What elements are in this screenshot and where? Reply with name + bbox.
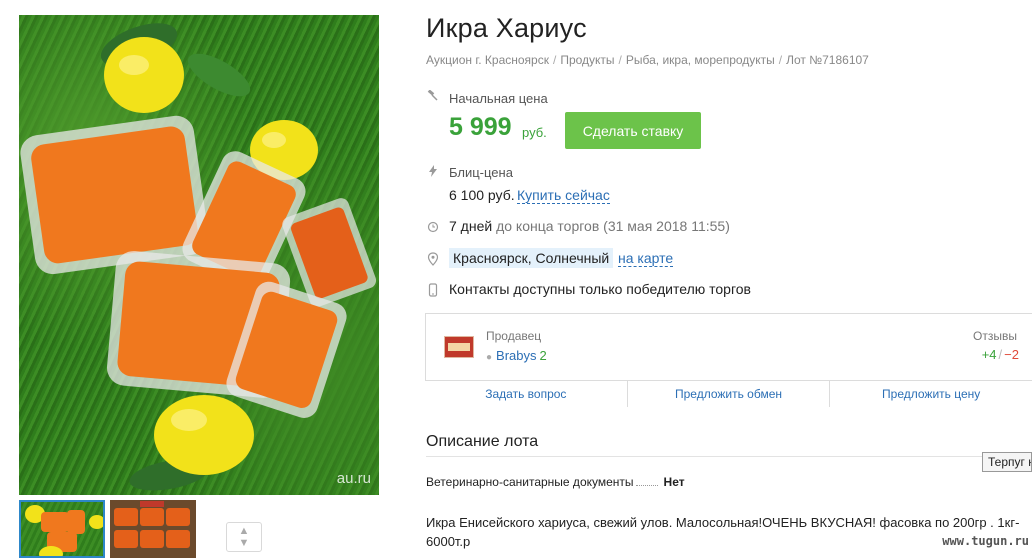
contacts-info: Контакты доступны только победителю торг…	[449, 281, 751, 297]
description-text: Икра Енисейского хариуса, свежий улов. М…	[426, 515, 1020, 549]
blitz-price-label: Блиц-цена	[449, 165, 513, 180]
breadcrumb-products[interactable]: Продукты	[560, 53, 614, 67]
tooltip: Терпуг н	[982, 452, 1032, 472]
seller-label: Продавец	[486, 329, 542, 343]
vet-documents-label: Ветеринарно-санитарные документы	[426, 475, 634, 489]
thumbnails-scroll-button[interactable]: ▲ ▼	[226, 522, 262, 552]
dotted-leader	[635, 485, 658, 486]
seller-status-dot: ●	[486, 352, 493, 363]
breadcrumb-separator: /	[552, 53, 557, 67]
end-date: (31 мая 2018 11:55)	[603, 218, 730, 234]
breadcrumb-separator: /	[778, 53, 783, 67]
start-price-value: 5 999	[449, 113, 512, 141]
lot-title: Икра Хариус	[426, 13, 587, 43]
breadcrumb-fish[interactable]: Рыба, икра, морепродукты	[626, 53, 775, 67]
start-price-label: Начальная цена	[449, 91, 548, 106]
thumbnail-1[interactable]	[19, 500, 105, 558]
seller-logo[interactable]	[444, 336, 474, 358]
days-left: 7 дней	[449, 218, 493, 234]
ask-question-button[interactable]: Задать вопрос	[425, 381, 628, 407]
blitz-price-value: 6 100 руб.	[449, 187, 515, 203]
reviews-positive: +4	[981, 347, 997, 362]
breadcrumb-auction[interactable]: Аукцион г. Красноярск	[426, 53, 549, 67]
start-price-currency: руб.	[522, 125, 547, 140]
seller-rating-count: 2	[539, 348, 547, 363]
seller-name-link[interactable]: Brabys	[496, 348, 536, 363]
show-on-map-link[interactable]: на карте	[618, 250, 674, 267]
offer-exchange-button[interactable]: Предложить обмен	[627, 381, 831, 407]
caviar-photo-illustration	[20, 23, 377, 491]
photo-watermark: au.ru	[336, 470, 371, 487]
vet-documents-row: Ветеринарно-санитарные документы Нет	[426, 475, 685, 489]
main-photo[interactable]: au.ru	[19, 15, 379, 495]
location-city: Красноярск, Солнечный	[449, 248, 614, 268]
site-watermark: www.tugun.ru	[942, 534, 1029, 548]
reviews-negative: −2	[1004, 347, 1019, 362]
description-divider	[426, 456, 986, 457]
lightning-icon	[426, 165, 440, 179]
breadcrumb-separator: /	[618, 53, 622, 67]
location-pin-icon	[426, 252, 440, 266]
phone-icon	[426, 283, 440, 297]
breadcrumb: Аукцион г. Красноярск / Продукты / Рыба, икр…	[426, 53, 869, 67]
reviews-counts[interactable]: +4/−2	[982, 347, 1019, 362]
buy-now-link[interactable]: Купить сейчас	[517, 187, 610, 204]
time-remaining: 7 дней до конца торгов (31 мая 2018 11:5…	[449, 218, 730, 234]
place-bid-button[interactable]: Сделать ставку	[565, 112, 701, 149]
reviews-separator: /	[998, 347, 1003, 362]
seller-name-row: ● Brabys 2	[486, 348, 547, 363]
thumbnail-2[interactable]	[110, 500, 196, 558]
breadcrumb-lot-number: Лот №7186107	[786, 53, 869, 67]
up-down-arrows-icon: ▲ ▼	[238, 525, 250, 549]
gavel-icon	[426, 89, 440, 104]
vet-documents-value: Нет	[663, 475, 685, 489]
seller-card: Продавец ● Brabys 2 Отзывы +4/−2 Задать во…	[425, 313, 1032, 407]
seller-actions: Задать вопрос Предложить обмен Предложит…	[425, 380, 1032, 407]
offer-price-button[interactable]: Предложить цену	[830, 381, 1032, 407]
reviews-label: Отзывы	[973, 329, 1017, 343]
clock-icon	[426, 221, 440, 235]
thumbnail-2-illustration	[114, 501, 190, 548]
description-title: Описание лота	[426, 433, 539, 450]
until-end-text: до конца торгов	[496, 218, 600, 234]
thumbnail-1-illustration	[25, 505, 103, 556]
